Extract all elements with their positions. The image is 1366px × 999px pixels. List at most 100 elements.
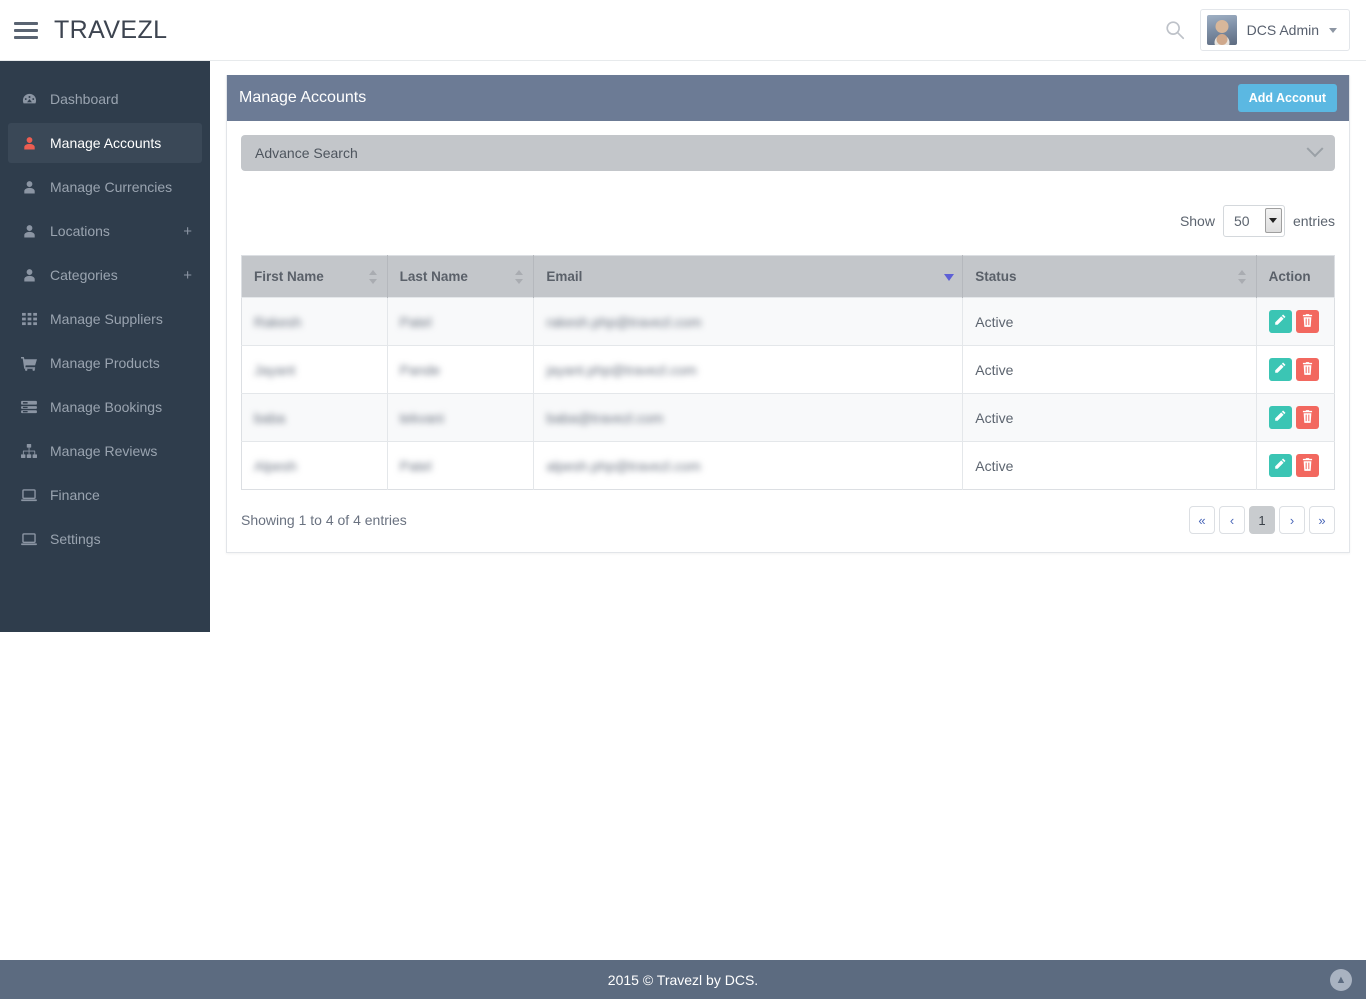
pencil-icon [1274, 314, 1286, 329]
laptop-icon [18, 488, 40, 502]
sidebar-item-label: Dashboard [50, 91, 119, 107]
status-badge: Active [975, 313, 1014, 330]
sidebar-item-label: Manage Currencies [50, 179, 173, 195]
cell-status: Active [962, 393, 1257, 442]
delete-row-button[interactable] [1295, 310, 1319, 333]
sidebar: Dashboard Manage Accounts Manage Currencie… [0, 61, 210, 632]
sidebar-item-categories[interactable]: Categories + [8, 255, 202, 295]
sidebar-item-manage-accounts[interactable]: Manage Accounts [8, 123, 202, 163]
expand-plus-icon[interactable]: + [183, 224, 192, 239]
edit-row-button[interactable] [1268, 358, 1292, 381]
user-icon [18, 180, 40, 195]
table-row: Jayant Pande jayant.php@travezl.com Active [241, 345, 1335, 394]
advance-search-label: Advance Search [255, 145, 358, 161]
last-name-value: Patel [399, 313, 432, 330]
table-body: Rakesh Patel rakesh.php@travezl.com Active J… [241, 297, 1335, 490]
cart-icon [18, 356, 40, 371]
column-header-status[interactable]: Status [962, 255, 1257, 298]
sidebar-item-manage-bookings[interactable]: Manage Bookings [8, 387, 202, 427]
row-action-group [1268, 454, 1322, 477]
column-header-label: Status [975, 269, 1017, 284]
sidebar-item-locations[interactable]: Locations + [8, 211, 202, 251]
column-header-email[interactable]: Email [533, 255, 964, 298]
pencil-icon [1274, 410, 1286, 425]
back-to-top-button[interactable]: ▲ [1330, 968, 1352, 991]
cell-last-name: Patel [387, 297, 535, 346]
user-icon [18, 136, 40, 151]
sidebar-item-label: Locations [50, 223, 110, 239]
user-menu[interactable]: DCS Admin [1199, 9, 1350, 51]
sidebar-item-label: Manage Suppliers [50, 311, 163, 327]
entries-label: entries [1292, 213, 1335, 229]
brand-logo[interactable]: TRAVEZL [54, 16, 167, 45]
trash-icon [1302, 409, 1313, 426]
navbar-right-group: DCS Admin [1164, 9, 1366, 51]
page-length-select[interactable]: 102550100 [1222, 205, 1285, 237]
avatar [1206, 15, 1237, 45]
table-row: Alpesh Patel alpesh.php@travezl.com Active [241, 441, 1335, 490]
column-header-label: First Name [254, 269, 324, 284]
add-account-button[interactable]: Add Acconut [1237, 84, 1337, 112]
edit-row-button[interactable] [1268, 454, 1292, 477]
sidebar-item-label: Manage Reviews [50, 443, 158, 459]
chevron-down-icon [1306, 140, 1324, 158]
first-name-value: Rakesh [254, 313, 302, 330]
pencil-icon [1274, 362, 1286, 377]
showing-entries-text: Showing 1 to 4 of 4 entries [241, 512, 407, 528]
first-name-value: Jayant [254, 361, 296, 378]
email-value: jayant.php@travezl.com [546, 361, 697, 378]
user-name: DCS Admin [1246, 22, 1319, 38]
sidebar-item-label: Settings [50, 531, 101, 547]
grid-icon [18, 312, 40, 326]
column-header-label: Email [546, 269, 583, 284]
pagination-next[interactable]: › [1279, 506, 1305, 534]
advance-search-toggle[interactable]: Advance Search [241, 135, 1335, 171]
hamburger-icon[interactable] [14, 19, 40, 41]
delete-row-button[interactable] [1295, 454, 1319, 477]
cell-first-name: baba [241, 393, 388, 442]
status-badge: Active [975, 361, 1014, 378]
sidebar-item-label: Finance [50, 487, 100, 503]
copyright-text: 2015 © Travezl by DCS. [607, 971, 759, 988]
table-header-row: First Name Last Name Email Status Action [241, 255, 1335, 298]
edit-row-button[interactable] [1268, 406, 1292, 429]
pagination-page-1[interactable]: 1 [1249, 506, 1275, 534]
sidebar-item-manage-reviews[interactable]: Manage Reviews [8, 431, 202, 471]
expand-plus-icon[interactable]: + [183, 268, 192, 283]
sidebar-item-finance[interactable]: Finance [8, 475, 202, 515]
sidebar-item-dashboard[interactable]: Dashboard [8, 79, 202, 119]
email-value: rakesh.php@travezl.com [546, 313, 702, 330]
sidebar-item-manage-products[interactable]: Manage Products [8, 343, 202, 383]
pagination-last[interactable]: » [1309, 506, 1335, 534]
sidebar-item-settings[interactable]: Settings [8, 519, 202, 559]
delete-row-button[interactable] [1295, 406, 1319, 429]
last-name-value: Pande [399, 361, 441, 378]
pagination-previous[interactable]: ‹ [1219, 506, 1245, 534]
cell-email: jayant.php@travezl.com [533, 345, 964, 394]
cell-action [1256, 297, 1335, 346]
trash-icon [1302, 361, 1313, 378]
column-header-label: Last Name [399, 269, 468, 284]
search-icon[interactable] [1164, 19, 1186, 41]
cell-first-name: Alpesh [241, 441, 388, 490]
sidebar-item-label: Manage Bookings [50, 399, 163, 415]
cell-email: baba@travezl.com [533, 393, 964, 442]
sort-desc-icon [944, 269, 955, 285]
sidebar-item-manage-currencies[interactable]: Manage Currencies [8, 167, 202, 207]
sidebar-nav-list: Dashboard Manage Accounts Manage Currencie… [0, 79, 210, 559]
email-value: alpesh.php@travezl.com [546, 457, 701, 474]
sidebar-item-manage-suppliers[interactable]: Manage Suppliers [8, 299, 202, 339]
last-name-value: tekvani [399, 409, 445, 426]
delete-row-button[interactable] [1295, 358, 1319, 381]
table-length-control: Show 102550100 entries [241, 205, 1335, 237]
edit-row-button[interactable] [1268, 310, 1292, 333]
column-header-last-name[interactable]: Last Name [387, 255, 535, 298]
cell-email: alpesh.php@travezl.com [533, 441, 964, 490]
column-header-first-name[interactable]: First Name [241, 255, 388, 298]
pagination-first[interactable]: « [1189, 506, 1215, 534]
last-name-value: Patel [399, 457, 432, 474]
cell-status: Active [962, 345, 1257, 394]
page-length-select-wrap: 102550100 [1222, 205, 1285, 237]
cell-last-name: Pande [387, 345, 535, 394]
cell-email: rakesh.php@travezl.com [533, 297, 964, 346]
